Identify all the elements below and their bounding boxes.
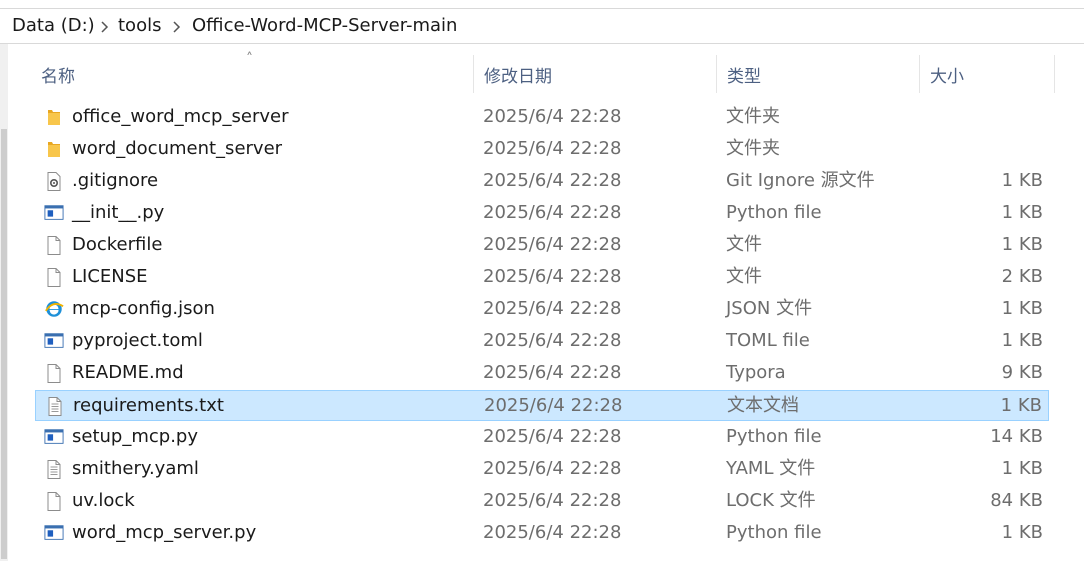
file-size: 1 KB <box>1001 458 1043 479</box>
file-row[interactable]: word_mcp_server.py 2025/6/4 22:28 Python f… <box>35 518 1049 549</box>
file-row[interactable]: .gitignore 2025/6/4 22:28 Git Ignore 源文件 1 … <box>35 166 1049 197</box>
file-row[interactable]: Dockerfile 2025/6/4 22:28 文件 1 KB <box>35 230 1049 261</box>
file-modified-date: 2025/6/4 22:28 <box>483 362 622 383</box>
file-row[interactable]: README.md 2025/6/4 22:28 Typora 9 KB <box>35 358 1049 389</box>
file-row[interactable]: pyproject.toml 2025/6/4 22:28 TOML file 1 K… <box>35 326 1049 357</box>
file-name: smithery.yaml <box>72 458 199 479</box>
file-row[interactable]: mcp-config.json 2025/6/4 22:28 JSON 文件 1 KB <box>35 294 1049 325</box>
file-name: README.md <box>72 362 184 383</box>
python-file-icon <box>44 523 64 544</box>
file-size: 1 KB <box>1001 522 1043 543</box>
file-type: Git Ignore 源文件 <box>726 170 875 191</box>
file-size: 1 KB <box>1000 395 1042 416</box>
file-type: Typora <box>726 362 786 383</box>
chevron-right-icon[interactable] <box>170 20 184 34</box>
file-name: word_mcp_server.py <box>72 522 257 543</box>
file-type: TOML file <box>726 330 810 351</box>
file-name: .gitignore <box>72 170 159 191</box>
column-header-name[interactable]: 名称 <box>31 55 473 93</box>
file-size: 9 KB <box>1001 362 1043 383</box>
file-modified-date: 2025/6/4 22:28 <box>483 458 622 479</box>
file-name: LICENSE <box>72 266 148 287</box>
file-size: 1 KB <box>1001 234 1043 255</box>
file-type: YAML 文件 <box>726 458 816 479</box>
text-file-icon <box>45 396 65 417</box>
file-name: requirements.txt <box>73 395 224 416</box>
file-row[interactable]: smithery.yaml 2025/6/4 22:28 YAML 文件 1 KB <box>35 454 1049 485</box>
text-file-icon <box>44 459 64 480</box>
file-modified-date: 2025/6/4 22:28 <box>483 266 622 287</box>
file-modified-date: 2025/6/4 22:28 <box>483 426 622 447</box>
file-name: office_word_mcp_server <box>72 106 289 127</box>
python-file-icon <box>44 331 64 352</box>
file-size: 14 KB <box>990 426 1043 447</box>
chevron-right-icon[interactable] <box>98 20 112 34</box>
file-type: Python file <box>726 522 822 543</box>
column-header-type[interactable]: 类型 <box>717 55 919 93</box>
breadcrumb-drive[interactable]: Data (D:) <box>12 15 95 36</box>
file-modified-date: 2025/6/4 22:28 <box>483 330 622 351</box>
file-type: 文件 <box>726 266 762 287</box>
file-name: setup_mcp.py <box>72 426 198 447</box>
file-name: pyproject.toml <box>72 330 203 351</box>
file-size: 1 KB <box>1001 330 1043 351</box>
file-size: 1 KB <box>1001 202 1043 223</box>
file-modified-date: 2025/6/4 22:28 <box>483 202 622 223</box>
file-type: Python file <box>726 426 822 447</box>
file-name: __init__.py <box>72 202 165 223</box>
file-modified-date: 2025/6/4 22:28 <box>483 490 622 511</box>
file-type: LOCK 文件 <box>726 490 816 511</box>
python-file-icon <box>44 203 64 224</box>
file-row[interactable]: __init__.py 2025/6/4 22:28 Python file 1 KB <box>35 198 1049 229</box>
file-size: 84 KB <box>990 490 1043 511</box>
file-type: Python file <box>726 202 822 223</box>
file-type: 文本文档 <box>727 395 799 416</box>
file-modified-date: 2025/6/4 22:28 <box>483 234 622 255</box>
file-name: word_document_server <box>72 138 283 159</box>
breadcrumb-tools[interactable]: tools <box>118 15 161 36</box>
file-modified-date: 2025/6/4 22:28 <box>483 298 622 319</box>
file-type: JSON 文件 <box>726 298 813 319</box>
file-modified-date: 2025/6/4 22:28 <box>483 170 622 191</box>
file-name: uv.lock <box>72 490 135 511</box>
scrollbar-thumb[interactable] <box>1 129 7 559</box>
file-modified-date: 2025/6/4 22:28 <box>483 138 622 159</box>
blank-file-icon <box>44 363 64 384</box>
file-row[interactable]: word_document_server 2025/6/4 22:28 文件夹 <box>35 134 1049 165</box>
address-bar[interactable]: Data (D:) tools Office-Word-MCP-Server-m… <box>0 8 1084 44</box>
column-divider[interactable] <box>1054 55 1055 93</box>
file-row[interactable]: uv.lock 2025/6/4 22:28 LOCK 文件 84 KB <box>35 486 1049 517</box>
folder-icon <box>44 107 64 128</box>
file-name: Dockerfile <box>72 234 163 255</box>
gear-file-icon <box>44 171 64 192</box>
file-type: 文件夹 <box>726 138 780 159</box>
python-file-icon <box>44 427 64 448</box>
file-type: 文件夹 <box>726 106 780 127</box>
file-size: 2 KB <box>1001 266 1043 287</box>
file-size: 1 KB <box>1001 298 1043 319</box>
folder-icon <box>44 139 64 160</box>
column-header-size[interactable]: 大小 <box>920 55 1054 93</box>
file-modified-date: 2025/6/4 22:28 <box>483 106 622 127</box>
file-modified-date: 2025/6/4 22:28 <box>484 395 623 416</box>
file-row[interactable]: requirements.txt 2025/6/4 22:28 文本文档 1 KB <box>35 390 1049 421</box>
file-size: 1 KB <box>1001 170 1043 191</box>
file-row[interactable]: setup_mcp.py 2025/6/4 22:28 Python file 14 … <box>35 422 1049 453</box>
column-header-date[interactable]: 修改日期 <box>474 55 716 93</box>
blank-file-icon <box>44 491 64 512</box>
edge-browser-icon <box>44 299 64 320</box>
blank-file-icon <box>44 267 64 288</box>
breadcrumb-current-folder[interactable]: Office-Word-MCP-Server-main <box>192 15 457 36</box>
file-name: mcp-config.json <box>72 298 215 319</box>
navigation-pane-scrollbar[interactable] <box>0 44 8 561</box>
file-row[interactable]: LICENSE 2025/6/4 22:28 文件 2 KB <box>35 262 1049 293</box>
file-type: 文件 <box>726 234 762 255</box>
file-modified-date: 2025/6/4 22:28 <box>483 522 622 543</box>
file-row[interactable]: office_word_mcp_server 2025/6/4 22:28 文件夹 <box>35 102 1049 133</box>
blank-file-icon <box>44 235 64 256</box>
